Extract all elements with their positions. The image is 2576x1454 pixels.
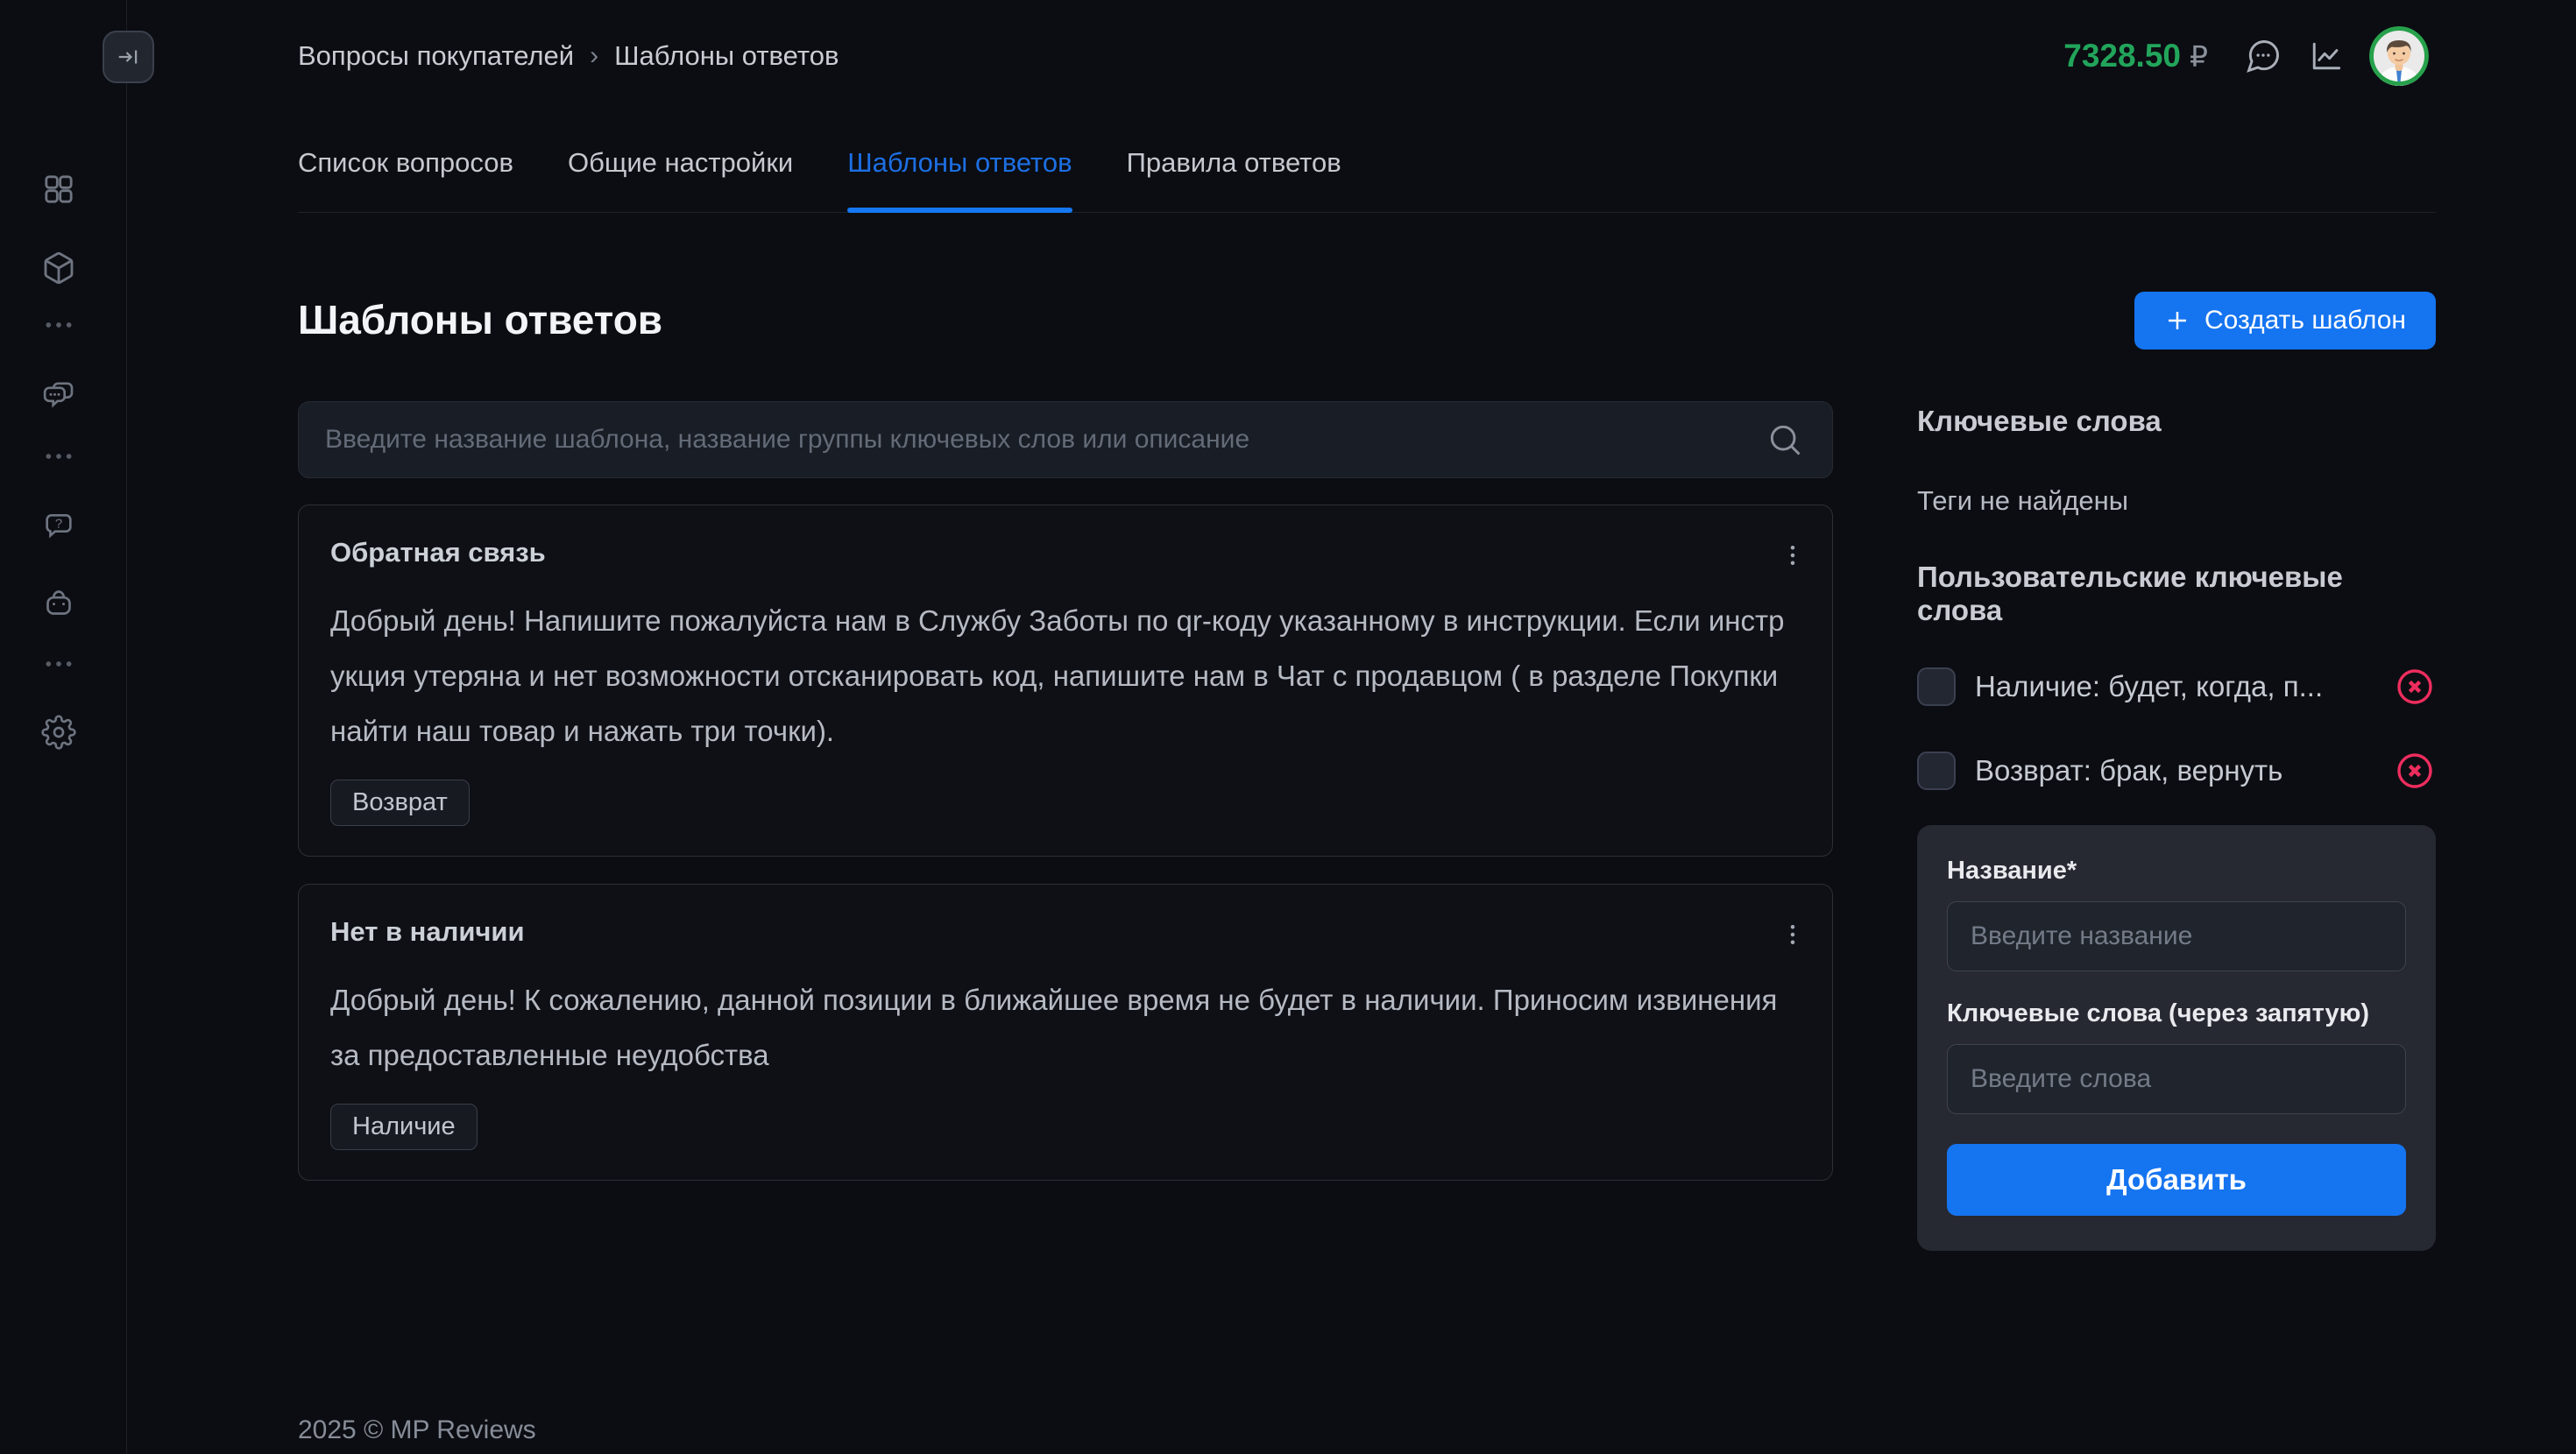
- breadcrumb-separator: ›: [590, 41, 598, 71]
- footer-copyright: 2025 © MP Reviews: [298, 1415, 536, 1445]
- keywords-title: Ключевые слова: [1917, 405, 2436, 438]
- add-keyword-button[interactable]: Добавить: [1947, 1144, 2406, 1216]
- ruble-sign: ₽: [2190, 39, 2208, 74]
- search-input[interactable]: [299, 402, 1766, 477]
- package-icon[interactable]: [39, 249, 78, 287]
- custom-keywords-title: Пользовательские ключевые слова: [1917, 561, 2436, 627]
- plus-icon: [2164, 307, 2190, 334]
- tab-bar: Список вопросов Общие настройки Шаблоны …: [298, 147, 2436, 213]
- avatar[interactable]: [2369, 26, 2429, 86]
- keyword-row: Возврат: брак, вернуть: [1917, 748, 2436, 794]
- dashboard-icon[interactable]: [39, 170, 78, 208]
- template-body: Добрый день! К сожалению, данной позиции…: [330, 972, 1785, 1083]
- keyword-checkbox[interactable]: [1917, 752, 1956, 790]
- breadcrumb-item[interactable]: Вопросы покупателей: [298, 40, 574, 72]
- template-list: Обратная связь Добрый день! Напишите пож…: [298, 505, 1833, 1181]
- ellipsis-icon[interactable]: [39, 645, 78, 683]
- ellipsis-icon[interactable]: [39, 306, 78, 344]
- add-keyword-form: Название* Ключевые слова (через запятую)…: [1917, 825, 2436, 1251]
- gear-icon[interactable]: [39, 713, 78, 752]
- template-title: Обратная связь: [330, 535, 1801, 570]
- template-body: Добрый день! Напишите пожалуйста нам в С…: [330, 593, 1785, 759]
- bag-icon[interactable]: [39, 583, 78, 622]
- template-card: Обратная связь Добрый день! Напишите пож…: [298, 505, 1833, 857]
- analytics-icon[interactable]: [2306, 36, 2346, 76]
- balance-amount: 7328.50: [2063, 38, 2181, 74]
- remove-keyword-icon[interactable]: [2394, 666, 2436, 708]
- collapse-sidebar-button[interactable]: [103, 31, 154, 83]
- page-title: Шаблоны ответов: [298, 296, 662, 343]
- search-icon[interactable]: [1766, 420, 1804, 459]
- keywords-label: Ключевые слова (через запятую): [1947, 999, 2406, 1028]
- template-title: Нет в наличии: [330, 914, 1801, 949]
- balance: 7328.50 ₽: [2063, 38, 2208, 74]
- template-search: [298, 401, 1833, 478]
- remove-keyword-icon[interactable]: [2394, 750, 2436, 792]
- keyword-label: Наличие: будет, когда, п...: [1975, 670, 2394, 703]
- template-card: Нет в наличии Добрый день! К сожалению, …: [298, 884, 1833, 1181]
- keywords-panel: Ключевые слова Теги не найдены Пользоват…: [1917, 405, 2436, 1251]
- keywords-empty-text: Теги не найдены: [1917, 485, 2436, 517]
- app-window: ? Вопросы покупателей › Шаблоны ответов …: [0, 0, 2576, 1454]
- ellipsis-icon[interactable]: [39, 437, 78, 476]
- create-template-button[interactable]: Создать шаблон: [2134, 292, 2436, 349]
- breadcrumb: Вопросы покупателей › Шаблоны ответов: [298, 40, 839, 72]
- tab-answer-rules[interactable]: Правила ответов: [1127, 147, 1341, 180]
- keyword-checkbox[interactable]: [1917, 667, 1956, 706]
- keywords-field[interactable]: [1947, 1044, 2406, 1114]
- template-tag: Наличие: [330, 1104, 478, 1150]
- keyword-row: Наличие: будет, когда, п...: [1917, 664, 2436, 709]
- left-sidebar: ?: [0, 0, 127, 1454]
- kebab-menu-icon[interactable]: [1773, 907, 1813, 962]
- breadcrumb-item-current: Шаблоны ответов: [614, 40, 839, 72]
- kebab-menu-icon[interactable]: [1773, 528, 1813, 582]
- tab-answer-templates[interactable]: Шаблоны ответов: [847, 147, 1072, 180]
- svg-text:?: ?: [55, 517, 62, 532]
- name-field[interactable]: [1947, 901, 2406, 971]
- template-tag: Возврат: [330, 780, 470, 826]
- collapse-sidebar-icon: [116, 44, 142, 70]
- question-bubble-icon[interactable]: ?: [39, 506, 78, 545]
- tab-general-settings[interactable]: Общие настройки: [568, 147, 793, 180]
- name-label: Название*: [1947, 857, 2406, 886]
- header-actions: 7328.50 ₽: [2063, 26, 2429, 86]
- create-template-label: Создать шаблон: [2204, 306, 2406, 335]
- tab-questions-list[interactable]: Список вопросов: [298, 147, 513, 180]
- keyword-label: Возврат: брак, вернуть: [1975, 754, 2394, 787]
- chat-icon[interactable]: [2243, 36, 2283, 76]
- chats-icon[interactable]: [39, 377, 78, 415]
